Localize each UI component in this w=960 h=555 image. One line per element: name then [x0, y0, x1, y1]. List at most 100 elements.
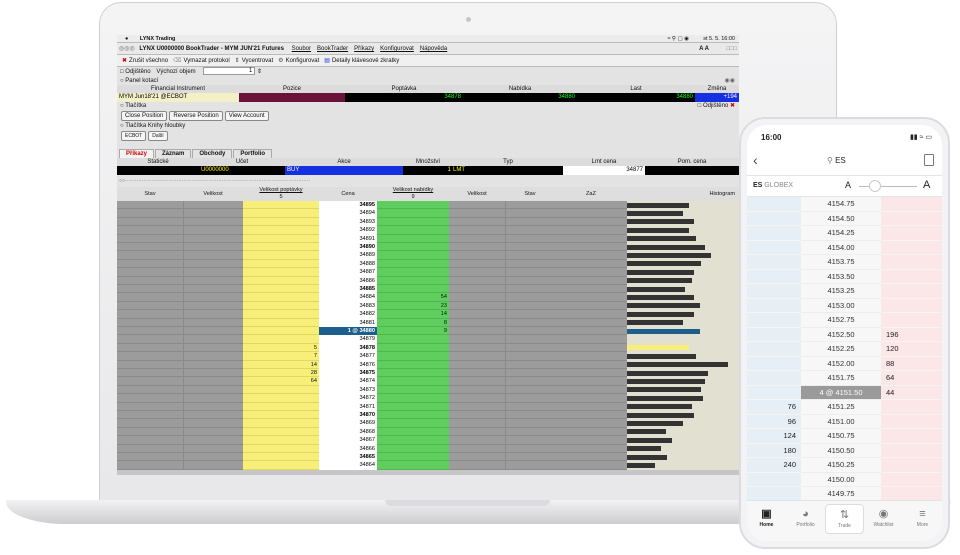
phone-bid-cell[interactable]	[747, 385, 801, 400]
phone-bid-cell[interactable]: 76	[747, 400, 801, 415]
bid-size-cell[interactable]	[243, 310, 319, 319]
ask-size-cell[interactable]: 54	[377, 293, 449, 302]
bid-size-cell[interactable]	[243, 318, 319, 327]
phone-ladder-row[interactable]: 4152.50 196	[747, 327, 942, 342]
menu-item[interactable]: Nápověda	[420, 46, 447, 52]
stav-cell[interactable]	[117, 285, 183, 294]
bid-size-cell[interactable]	[243, 301, 319, 311]
stav-cell[interactable]	[117, 385, 183, 395]
close-icon[interactable]: ✖	[730, 103, 735, 109]
toolbar-button[interactable]: ⇕ Vycentrovat	[235, 58, 274, 64]
stav-2-cell[interactable]	[505, 402, 627, 411]
phone-ask-cell[interactable]	[881, 211, 942, 226]
phone-bid-cell[interactable]	[747, 211, 801, 226]
order-row[interactable]: U0000000 BUY 1 LMT 34877	[117, 166, 739, 175]
stav-cell[interactable]	[117, 411, 183, 420]
velikost-2-cell[interactable]	[449, 394, 505, 403]
phone-bid-cell[interactable]	[747, 197, 801, 212]
stav-cell[interactable]	[117, 234, 183, 243]
price-cell[interactable]: 34883	[319, 301, 377, 311]
price-cell[interactable]: 34888	[319, 259, 377, 269]
phone-ask-cell[interactable]: 120	[881, 342, 942, 357]
phone-ladder-row[interactable]: 4150.00	[747, 472, 942, 487]
phone-bid-cell[interactable]	[747, 298, 801, 313]
velikost-cell[interactable]	[183, 411, 243, 420]
velikost-cell[interactable]	[183, 377, 243, 386]
velikost-2-cell[interactable]	[449, 301, 505, 311]
bid-size-cell[interactable]	[243, 335, 319, 344]
phone-ask-cell[interactable]	[881, 458, 942, 473]
stav-cell[interactable]	[117, 301, 183, 311]
ladder-row[interactable]: 7 34877	[117, 352, 739, 361]
velikost-2-cell[interactable]	[449, 402, 505, 411]
phone-ladder-row[interactable]: 4151.75 64	[747, 371, 942, 386]
price-cell[interactable]: 34886	[319, 276, 377, 285]
ask-size-cell[interactable]	[377, 343, 449, 353]
stav-2-cell[interactable]	[505, 276, 627, 285]
phone-bid-cell[interactable]	[747, 472, 801, 487]
price-cell[interactable]: 34876	[319, 360, 377, 369]
bid-size-cell[interactable]	[243, 226, 319, 235]
phone-price-cell[interactable]: 4152.75	[801, 313, 881, 328]
phone-bid-cell[interactable]	[747, 327, 801, 342]
phone-ask-cell[interactable]: 88	[881, 356, 942, 371]
ladder-row[interactable]: 34887	[117, 268, 739, 277]
stav-cell[interactable]	[117, 243, 183, 252]
ladder-row[interactable]: 64 34874	[117, 377, 739, 386]
phone-bid-cell[interactable]: 180	[747, 443, 801, 458]
price-cell[interactable]: 34894	[319, 209, 377, 218]
tab-2[interactable]: Obchody	[192, 149, 233, 158]
price-cell[interactable]: 34872	[319, 394, 377, 403]
bid-size-cell[interactable]	[243, 427, 319, 437]
velikost-cell[interactable]	[183, 268, 243, 277]
phone-ladder-row[interactable]: 4153.25	[747, 284, 942, 299]
stav-2-cell[interactable]	[505, 394, 627, 403]
phone-bid-cell[interactable]	[747, 313, 801, 328]
velikost-2-cell[interactable]	[449, 268, 505, 277]
phone-ask-cell[interactable]: 44	[881, 385, 942, 400]
price-cell[interactable]: 34891	[319, 234, 377, 243]
ladder-row[interactable]: 34894	[117, 209, 739, 218]
quote-row[interactable]: MYM Jun18'21 @ECBOT 34878 34880 34880 +1…	[117, 93, 739, 102]
phone-ask-cell[interactable]: 196	[881, 327, 942, 342]
price-cell[interactable]: 34868	[319, 427, 377, 437]
stav-2-cell[interactable]	[505, 310, 627, 319]
stav-cell[interactable]	[117, 453, 183, 462]
phone-price-cell[interactable]: 4150.00	[801, 472, 881, 487]
stav-2-cell[interactable]	[505, 201, 627, 210]
ask-size-cell[interactable]: 8	[377, 318, 449, 327]
window-tools-icon[interactable]: □□□	[726, 43, 737, 54]
phone-bid-cell[interactable]	[747, 226, 801, 241]
ask-size-cell[interactable]	[377, 436, 449, 445]
panel-button[interactable]: Reverse Position	[169, 111, 223, 121]
ladder-row[interactable]: 34869	[117, 419, 739, 428]
phone-bid-cell[interactable]: 124	[747, 429, 801, 444]
phone-bid-cell[interactable]: 96	[747, 414, 801, 429]
phone-ask-cell[interactable]	[881, 313, 942, 328]
phone-search[interactable]: ⚲ ES	[827, 156, 846, 165]
stav-cell[interactable]	[117, 251, 183, 260]
velikost-2-cell[interactable]	[449, 209, 505, 218]
stav-2-cell[interactable]	[505, 360, 627, 369]
stav-cell[interactable]	[117, 201, 183, 210]
phone-ask-cell[interactable]	[881, 414, 942, 429]
bid-size-cell[interactable]	[243, 394, 319, 403]
stav-cell[interactable]	[117, 276, 183, 285]
velikost-2-cell[interactable]	[449, 226, 505, 235]
bid-size-cell[interactable]: 5	[243, 343, 319, 353]
velikost-cell[interactable]	[183, 453, 243, 462]
phone-price-cell[interactable]: 4152.00	[801, 356, 881, 371]
price-cell[interactable]: 34865	[319, 453, 377, 462]
velikost-cell[interactable]	[183, 209, 243, 218]
phone-ladder-row[interactable]: 4153.75	[747, 255, 942, 270]
ask-size-cell[interactable]	[377, 201, 449, 210]
ask-size-cell[interactable]	[377, 369, 449, 378]
ask-size-cell[interactable]: 23	[377, 301, 449, 311]
stav-2-cell[interactable]	[505, 285, 627, 294]
bid-size-cell[interactable]	[243, 209, 319, 218]
bid-size-cell[interactable]: 28	[243, 369, 319, 378]
velikost-cell[interactable]	[183, 419, 243, 428]
velikost-cell[interactable]	[183, 310, 243, 319]
stav-cell[interactable]	[117, 377, 183, 386]
phone-bid-cell[interactable]	[747, 255, 801, 270]
